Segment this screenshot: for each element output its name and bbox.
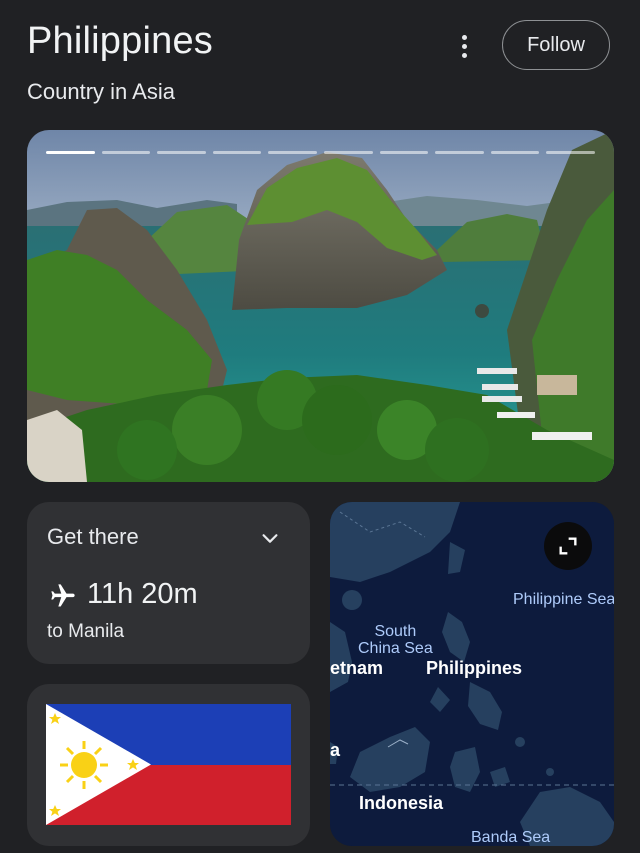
more-options-button[interactable] [448,30,480,62]
map-label-banda-sea: Banda Sea [471,829,551,846]
more-vert-icon [461,34,467,40]
travel-duration: 11h 20m [87,578,198,610]
map-label-philippine-sea: Philippine Sea [513,591,614,608]
coron-lagoon-photo [27,130,614,482]
page-title: Philippines [27,20,213,62]
follow-button[interactable]: Follow [502,20,610,70]
expand-map-button[interactable] [544,522,592,570]
page-subtitle: Country in Asia [27,79,175,104]
flag-card[interactable] [27,684,310,846]
hero-image[interactable] [27,130,614,482]
map-card[interactable]: Philippine Sea South China Sea etnam Phi… [330,502,614,846]
get-there-label: Get there [47,524,139,549]
chevron-down-icon[interactable] [259,527,281,549]
get-there-card[interactable]: Get there 11h 20m to Manila [27,502,310,664]
slideshow-progress [46,151,595,154]
map-label-partial: a [330,740,341,760]
airplane-icon [51,584,75,607]
philippines-flag [46,704,291,825]
map-label-philippines: Philippines [426,658,523,678]
map-label-indonesia: Indonesia [359,793,444,813]
fullscreen-icon [559,537,577,555]
travel-destination: to Manila [47,621,125,642]
map-label-south-china-sea: South China Sea [358,623,433,657]
map-label-vietnam: etnam [330,658,384,678]
